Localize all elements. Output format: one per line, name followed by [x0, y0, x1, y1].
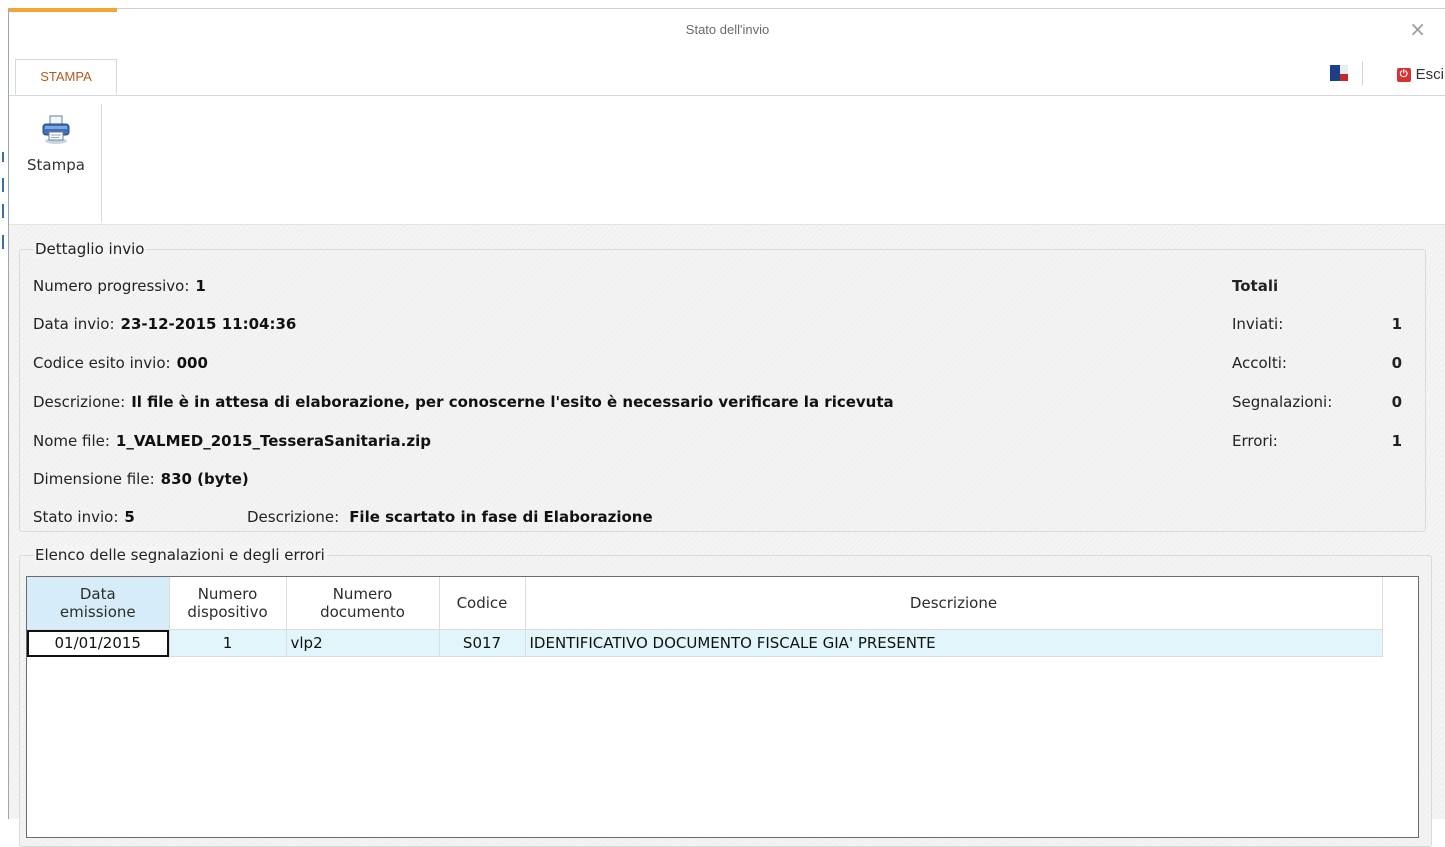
- stato-descrizione-value: File scartato in fase di Elaborazione: [349, 508, 653, 526]
- stato-invio-label: Stato invio:: [33, 508, 119, 526]
- errori-label: Errori:: [1232, 432, 1278, 450]
- stato-descrizione-row: Descrizione: File scartato in fase di Ela…: [247, 508, 653, 526]
- codice-esito-row: Codice esito invio: 000: [33, 354, 208, 372]
- exit-icon: ⏻: [1396, 67, 1411, 82]
- col-numero-dispositivo[interactable]: Numero dispositivo: [169, 577, 287, 630]
- printer-icon: [42, 115, 70, 144]
- descrizione-label: Descrizione:: [33, 393, 126, 411]
- background-window-edge: [0, 0, 8, 818]
- toolbar-separator: [1362, 61, 1363, 85]
- col-numero-documento[interactable]: Numero documento: [286, 577, 440, 630]
- col-codice[interactable]: Codice: [439, 577, 526, 630]
- errors-table: Data emissione Numero dispositivo Numero do…: [27, 577, 1383, 657]
- stato-invio-value: 5: [124, 508, 135, 526]
- errors-grid[interactable]: Data emissione Numero dispositivo Numero do…: [26, 576, 1419, 838]
- dettaglio-invio-group: Dettaglio invio Numero progressivo: 1 Dat…: [19, 240, 1426, 532]
- cell-codice[interactable]: S017: [439, 629, 526, 657]
- descrizione-value: Il file è in attesa di elaborazione, per…: [131, 393, 894, 411]
- window-title: Stato dell'invio: [685, 22, 770, 37]
- col-descrizione[interactable]: Descrizione: [525, 577, 1383, 630]
- ribbon-group-separator: [101, 104, 102, 222]
- accolti-value: 0: [1391, 354, 1402, 372]
- descrizione-row: Descrizione: Il file è in attesa di elabo…: [33, 393, 894, 411]
- print-button[interactable]: Stampa: [12, 114, 100, 184]
- close-icon[interactable]: ×: [1409, 19, 1426, 39]
- stato-descrizione-label: Descrizione:: [247, 508, 340, 526]
- dimensione-file-label: Dimensione file:: [33, 470, 155, 488]
- dettaglio-invio-legend: Dettaglio invio: [33, 240, 147, 258]
- nome-file-row: Nome file: 1_VALMED_2015_TesseraSanitaria…: [33, 432, 431, 450]
- ribbon-body: Stampa: [9, 96, 1445, 225]
- dimensione-file-row: Dimensione file: 830 (byte): [33, 470, 249, 488]
- cell-data-emissione[interactable]: 01/01/2015: [27, 629, 170, 657]
- nome-file-label: Nome file:: [33, 432, 110, 450]
- errori-value: 1: [1391, 432, 1402, 450]
- cell-numero-documento[interactable]: vlp2: [286, 629, 440, 657]
- elenco-errori-legend: Elenco delle segnalazioni e degli errori: [33, 546, 327, 564]
- exit-label: Esci: [1415, 66, 1444, 83]
- numero-progressivo-label: Numero progressivo:: [33, 277, 190, 295]
- title-bar: Stato dell'invio ×: [9, 9, 1445, 57]
- table-row[interactable]: 01/01/2015 1 vlp2 S017 IDENTIFICATIVO DO…: [27, 629, 1383, 657]
- exit-button[interactable]: ⏻ Esci: [1396, 66, 1444, 83]
- flag-icon[interactable]: [1330, 65, 1348, 81]
- tab-stampa[interactable]: STAMPA: [15, 59, 117, 95]
- table-header-row: Data emissione Numero dispositivo Numero do…: [27, 577, 1383, 630]
- cell-numero-dispositivo[interactable]: 1: [169, 629, 287, 657]
- dimensione-file-value: 830 (byte): [160, 470, 249, 488]
- col-data-emissione[interactable]: Data emissione: [27, 577, 170, 630]
- codice-esito-label: Codice esito invio:: [33, 354, 171, 372]
- data-invio-value: 23-12-2015 11:04:36: [120, 315, 297, 333]
- cell-descrizione[interactable]: IDENTIFICATIVO DOCUMENTO FISCALE GIA' PR…: [525, 629, 1383, 657]
- print-label: Stampa: [27, 156, 85, 174]
- elenco-errori-group: Elenco delle segnalazioni e degli errori…: [19, 546, 1432, 847]
- codice-esito-value: 000: [176, 354, 208, 372]
- totali-title: Totali: [1232, 277, 1279, 295]
- dialog-window: Stato dell'invio × STAMPA ⏻ Esci Stampa: [8, 8, 1445, 847]
- nome-file-value: 1_VALMED_2015_TesseraSanitaria.zip: [115, 432, 431, 450]
- content-area: Dettaglio invio Numero progressivo: 1 Dat…: [9, 225, 1445, 847]
- ribbon-tab-bar: STAMPA ⏻ Esci: [9, 57, 1445, 96]
- stato-invio-row: Stato invio: 5: [33, 508, 135, 526]
- inviati-value: 1: [1391, 315, 1402, 333]
- data-invio-label: Data invio:: [33, 315, 115, 333]
- segnalazioni-label: Segnalazioni:: [1232, 393, 1333, 411]
- numero-progressivo-value: 1: [195, 277, 206, 295]
- data-invio-row: Data invio: 23-12-2015 11:04:36: [33, 315, 296, 333]
- segnalazioni-value: 0: [1391, 393, 1402, 411]
- numero-progressivo-row: Numero progressivo: 1: [33, 277, 206, 295]
- inviati-label: Inviati:: [1232, 315, 1284, 333]
- accolti-label: Accolti:: [1232, 354, 1287, 372]
